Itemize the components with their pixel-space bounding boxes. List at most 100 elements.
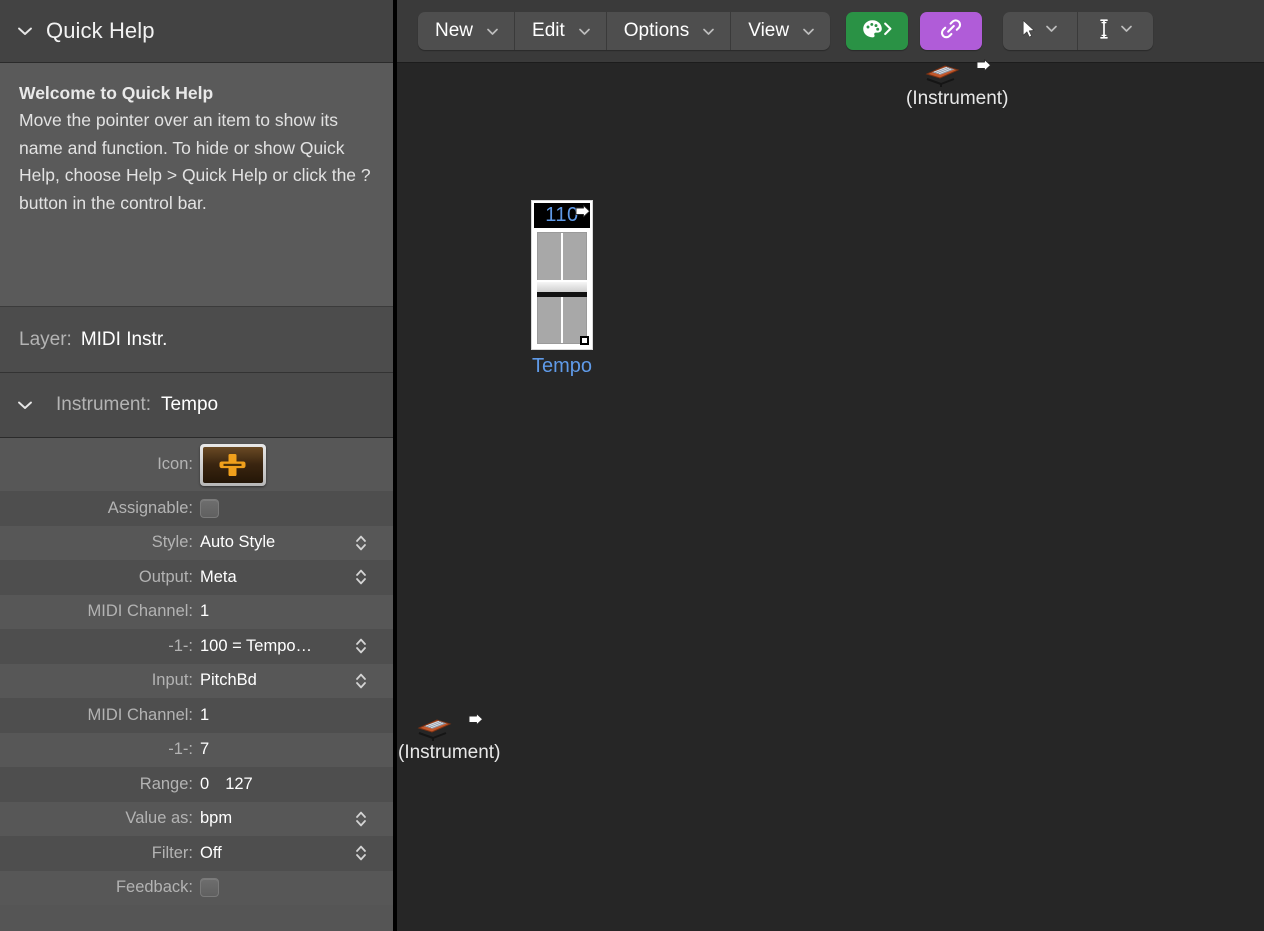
instrument-object[interactable]: (Instrument) [906, 58, 1008, 110]
param-value[interactable]: Meta [200, 568, 353, 587]
output-port-icon[interactable] [467, 712, 485, 733]
instrument-icon-swatch[interactable] [200, 444, 266, 486]
chevron-down-icon[interactable] [1119, 21, 1134, 41]
pointer-tool-icon [1021, 19, 1036, 44]
param-label: Range: [0, 775, 200, 794]
menu-edit[interactable]: Edit [515, 12, 607, 50]
param-value-primary: bpm [200, 809, 232, 827]
stepper-arrows-icon[interactable] [353, 669, 369, 693]
quick-help-heading: Welcome to Quick Help [19, 79, 373, 107]
param-value[interactable]: 1 [200, 706, 379, 725]
fader-thumb[interactable] [537, 280, 587, 297]
stepper-arrows-icon[interactable] [353, 807, 369, 831]
param-value-primary: PitchBd [200, 671, 257, 689]
tempo-icon [203, 447, 263, 483]
quick-help-text: Move the pointer over an item to show it… [19, 107, 373, 217]
param-checkbox[interactable] [200, 499, 219, 518]
param-value-primary: 7 [200, 740, 209, 758]
tool-button-group [1003, 12, 1153, 50]
output-port-icon[interactable] [975, 58, 993, 79]
param-row[interactable]: Filter:Off [0, 836, 393, 871]
parameter-list: Icon:Assignable:Style:Auto StyleOutput:M… [0, 438, 393, 905]
param-value-primary: 0 [200, 775, 209, 793]
param-value[interactable]: 100 = Tempo… [200, 637, 353, 656]
param-row[interactable]: Style:Auto Style [0, 526, 393, 561]
fader-object-label: Tempo [532, 355, 592, 378]
text-tool-icon [1097, 18, 1111, 45]
param-label: Filter: [0, 844, 200, 863]
instrument-header[interactable]: Instrument: Tempo [0, 373, 393, 438]
param-row[interactable]: Output:Meta [0, 560, 393, 595]
stepper-arrows-icon[interactable] [353, 565, 369, 589]
param-label: Value as: [0, 809, 200, 828]
quick-help-title: Quick Help [46, 18, 155, 44]
link-chain-icon [938, 17, 964, 46]
param-value[interactable]: 1 [200, 602, 379, 621]
menu-new[interactable]: New [418, 12, 515, 50]
quick-help-body: Welcome to Quick Help Move the pointer o… [0, 63, 393, 307]
param-value[interactable]: 7 [200, 740, 379, 759]
chevron-down-icon[interactable] [14, 394, 36, 416]
param-value[interactable]: bpm [200, 809, 353, 828]
param-value-primary: Meta [200, 568, 237, 586]
menu-options[interactable]: Options [607, 12, 731, 50]
param-checkbox[interactable] [200, 878, 219, 897]
param-row[interactable]: MIDI Channel:1 [0, 698, 393, 733]
param-label: Style: [0, 533, 200, 552]
chevron-down-icon[interactable] [485, 24, 500, 39]
layer-value[interactable]: MIDI Instr. [81, 329, 168, 351]
fader-track[interactable] [537, 232, 587, 344]
input-port-icon[interactable] [580, 336, 589, 345]
param-row[interactable]: -1-:100 = Tempo… [0, 629, 393, 664]
chevron-down-icon[interactable] [801, 24, 816, 39]
instrument-object-header [921, 58, 993, 84]
chevron-down-icon[interactable] [577, 24, 592, 39]
chevron-down-icon[interactable] [14, 20, 36, 42]
param-label: MIDI Channel: [0, 602, 200, 621]
environment-window: Quick Help Welcome to Quick Help Move th… [0, 0, 1264, 931]
stepper-arrows-icon[interactable] [353, 841, 369, 865]
param-value-primary: 1 [200, 602, 209, 620]
param-label: -1-: [0, 740, 200, 759]
param-row[interactable]: Value as:bpm [0, 802, 393, 837]
menu-view-label: View [748, 20, 789, 42]
param-row[interactable]: Input:PitchBd [0, 664, 393, 699]
param-label: Feedback: [0, 878, 200, 897]
param-value-secondary[interactable]: 127 [225, 775, 253, 793]
text-tool-button[interactable] [1078, 12, 1153, 50]
color-palette-icon [861, 18, 893, 45]
param-value-primary: Off [200, 844, 222, 862]
instrument-value: Tempo [161, 394, 218, 416]
menu-view[interactable]: View [731, 12, 830, 50]
param-value-primary: Auto Style [200, 533, 275, 551]
instrument-object-label: (Instrument) [906, 88, 1008, 110]
quick-help-header[interactable]: Quick Help [0, 0, 393, 63]
param-label: Assignable: [0, 499, 200, 518]
pointer-tool-button[interactable] [1003, 12, 1078, 50]
param-label: MIDI Channel: [0, 706, 200, 725]
param-value[interactable]: 0 127 [200, 775, 379, 794]
instrument-object[interactable]: (Instrument) [398, 712, 500, 764]
param-value-primary: 100 = Tempo… [200, 637, 312, 655]
link-button[interactable] [920, 12, 982, 50]
menu-edit-label: Edit [532, 20, 565, 42]
stepper-arrows-icon[interactable] [353, 634, 369, 658]
chevron-down-icon[interactable] [701, 24, 716, 39]
output-port-icon[interactable] [574, 204, 590, 218]
param-row[interactable]: -1-:7 [0, 733, 393, 768]
param-row[interactable]: MIDI Channel:1 [0, 595, 393, 630]
color-palette-button[interactable] [846, 12, 908, 50]
menu-button-group: New Edit Options [418, 12, 830, 50]
param-value[interactable]: Auto Style [200, 533, 353, 552]
stepper-arrows-icon[interactable] [353, 531, 369, 555]
param-value[interactable]: Off [200, 844, 353, 863]
fader-object[interactable]: 110Tempo [531, 200, 593, 350]
chevron-down-icon[interactable] [1044, 21, 1059, 41]
param-row[interactable]: Feedback: [0, 871, 393, 906]
layer-row[interactable]: Layer: MIDI Instr. [0, 307, 393, 373]
param-row[interactable]: Icon: [0, 438, 393, 491]
environment-canvas[interactable]: New Edit Options [397, 0, 1264, 931]
param-row[interactable]: Range:0 127 [0, 767, 393, 802]
param-row[interactable]: Assignable: [0, 491, 393, 526]
param-value[interactable]: PitchBd [200, 671, 353, 690]
